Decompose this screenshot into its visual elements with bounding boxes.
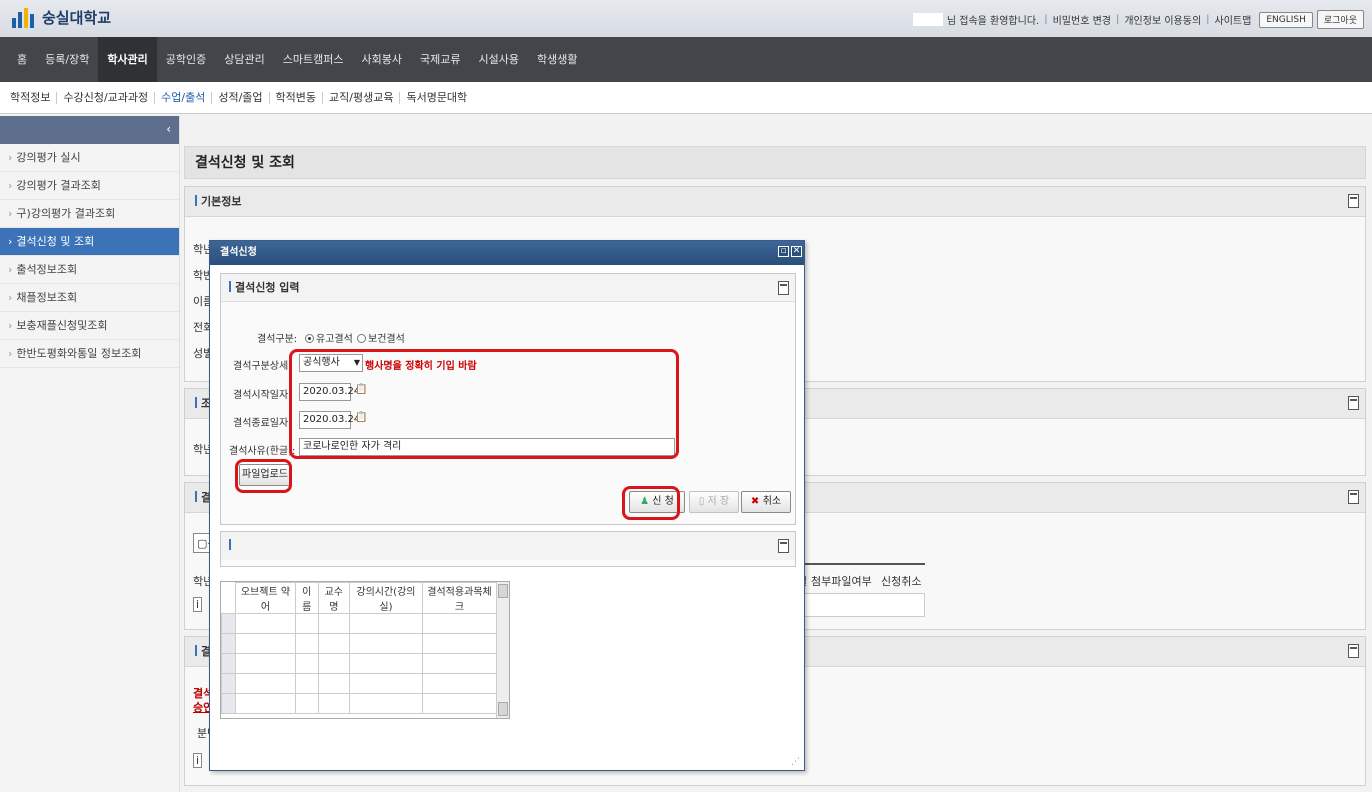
absence-input-header: 결석신청 입력 [221, 274, 795, 302]
resize-grip-icon[interactable]: ⋰ [791, 757, 801, 767]
collapse-panel-icon[interactable] [1348, 396, 1359, 410]
info-icon: i [193, 597, 203, 612]
modal-controls: ▫ ✕ [776, 246, 802, 257]
absence-request-modal: 결석신청 ▫ ✕ 결석신청 입력 결석구분: 유고결석 보건결석 결석구분상세:… [209, 240, 805, 771]
info-icon: i [193, 753, 203, 768]
nav-student-life[interactable]: 학생생활 [528, 37, 586, 82]
privacy-consent-link[interactable]: 개인정보 이용동의 [1124, 12, 1201, 27]
logo-icon [12, 7, 36, 28]
collapse-panel-icon[interactable] [778, 539, 789, 553]
end-date-label: 결석종료일자: [233, 418, 292, 429]
english-button[interactable]: ENGLISH [1259, 11, 1313, 28]
scroll-down[interactable] [498, 702, 508, 716]
sidebar-header: ‹ [0, 116, 179, 144]
nav-academic[interactable]: 학사관리 [98, 37, 157, 82]
table-header-line [797, 563, 925, 565]
sidebar-item-chapel-makeup[interactable]: › 보충재플신청및조회 [0, 312, 179, 340]
reason-label: 결석사유(한글): [229, 446, 296, 457]
col-check: 결석적용과목체크 [421, 582, 498, 614]
sidebar-item-attendance[interactable]: › 출석정보조회 [0, 256, 179, 284]
col-name: 이름 [294, 582, 319, 614]
welcome-text: 님 접속을 환영합니다. [946, 16, 1040, 27]
subnav-grades[interactable]: 성적/졸업 [212, 92, 270, 104]
close-icon[interactable]: ✕ [791, 246, 802, 257]
nav-counseling[interactable]: 상담관리 [215, 37, 273, 82]
highlight-apply [622, 486, 680, 520]
sidebar-item-lecture-eval[interactable]: › 강의평가 실시 [0, 144, 179, 172]
nav-facilities[interactable]: 시설사용 [469, 37, 527, 82]
sitemap-link[interactable]: 사이트맵 [1215, 12, 1252, 27]
col-cancel: 신청취소 [881, 575, 922, 588]
sidebar-item-chapel[interactable]: › 채플정보조회 [0, 284, 179, 312]
absence-type-label: 결석구분: [257, 334, 298, 345]
collapse-panel-icon[interactable] [1348, 644, 1359, 658]
subnav-status-change[interactable]: 학적변동 [270, 92, 324, 104]
sidebar-item-eval-results[interactable]: › 강의평가 결과조회 [0, 172, 179, 200]
sidebar-item-old-eval-results[interactable]: › 구)강의평가 결과조회 [0, 200, 179, 228]
collapse-panel-icon[interactable] [778, 281, 789, 295]
username-masked [912, 13, 943, 26]
grid-scrollbar[interactable] [496, 582, 509, 718]
save-button[interactable]: ▯ 저 장 [689, 491, 739, 513]
save-icon: ▯ [698, 496, 708, 507]
nav-home[interactable]: 홈 [8, 37, 36, 82]
col-object: 오브젝트 약어 [235, 582, 296, 614]
course-panel [220, 531, 796, 567]
table-row[interactable] [221, 653, 498, 674]
nav-volunteer[interactable]: 사회봉사 [353, 37, 411, 82]
detail-label: 결석구분상세: [233, 361, 292, 372]
col-time: 강의시간(강의실) [348, 582, 423, 614]
sub-nav: 학적정보 수강신청/교과과정 수업/출석 성적/졸업 학적변동 교직/평생교육 … [0, 82, 1372, 114]
university-logo[interactable]: 숭실대학교 [12, 7, 111, 28]
page-title: 결석신청 및 조회 [184, 146, 1366, 179]
table-row[interactable] [221, 633, 498, 654]
nav-international[interactable]: 국제교류 [411, 37, 469, 82]
subnav-class-attendance[interactable]: 수업/출석 [155, 92, 213, 104]
course-grid: 오브젝트 약어 이름 교수명 강의시간(강의실) 결석적용과목체크 [220, 581, 510, 719]
nav-registration[interactable]: 등록/장학 [36, 37, 98, 82]
col-professor: 교수명 [317, 582, 350, 614]
collapse-panel-icon[interactable] [1348, 490, 1359, 504]
sidebar-item-absence[interactable]: › 결석신청 및 조회 [0, 228, 179, 256]
subnav-records[interactable]: 학적정보 [4, 92, 58, 104]
start-date-label: 결석시작일자: [233, 390, 292, 401]
sidebar-item-peace[interactable]: › 한반도평화와통일 정보조회 [0, 340, 179, 368]
subnav-teaching[interactable]: 교직/평생교육 [323, 92, 401, 104]
cancel-button[interactable]: ✖ 취소 [741, 491, 791, 513]
radio-excused[interactable]: 유고결석 [305, 330, 353, 345]
subnav-reading[interactable]: 독서명문대학 [400, 92, 473, 104]
basic-info-header: 기본정보 [185, 187, 1365, 217]
collapse-panel-icon[interactable] [1348, 194, 1359, 208]
change-password-link[interactable]: 비밀번호 변경 [1053, 12, 1111, 27]
logout-button[interactable]: 로그아웃 [1316, 10, 1364, 29]
top-links: 님 접속을 환영합니다. | 비밀번호 변경 | 개인정보 이용동의 | 사이트… [912, 10, 1364, 29]
scroll-up[interactable] [498, 584, 508, 598]
top-banner: 숭실대학교 님 접속을 환영합니다. | 비밀번호 변경 | 개인정보 이용동의… [0, 0, 1372, 37]
table-body [797, 593, 925, 617]
sidebar: ‹ › 강의평가 실시 › 강의평가 결과조회 › 구)강의평가 결과조회 › 결석신청… [0, 116, 180, 792]
maximize-icon[interactable]: ▫ [778, 246, 789, 257]
table-row[interactable] [221, 693, 498, 714]
logo-text: 숭실대학교 [42, 9, 112, 27]
table-row[interactable] [221, 613, 498, 634]
collapse-icon[interactable]: ‹ [166, 122, 171, 136]
cancel-icon: ✖ [750, 496, 763, 507]
table-row[interactable] [221, 673, 498, 694]
subnav-course-registration[interactable]: 수강신청/교과과정 [57, 92, 156, 104]
highlight-upload [235, 459, 292, 493]
modal-title: 결석신청 [210, 241, 804, 265]
col-attachment: 첨부파일여부 [811, 575, 872, 588]
nav-smart-campus[interactable]: 스마트캠퍼스 [274, 37, 353, 82]
highlight-fields [289, 349, 679, 459]
radio-health[interactable]: 보건결석 [357, 330, 405, 345]
course-panel-header [221, 532, 795, 560]
main-nav: 홈 등록/장학 학사관리 공학인증 상담관리 스마트캠퍼스 사회봉사 국제교류 … [0, 37, 1372, 82]
nav-engineering-cert[interactable]: 공학인증 [157, 37, 215, 82]
grid-corner [221, 582, 236, 614]
